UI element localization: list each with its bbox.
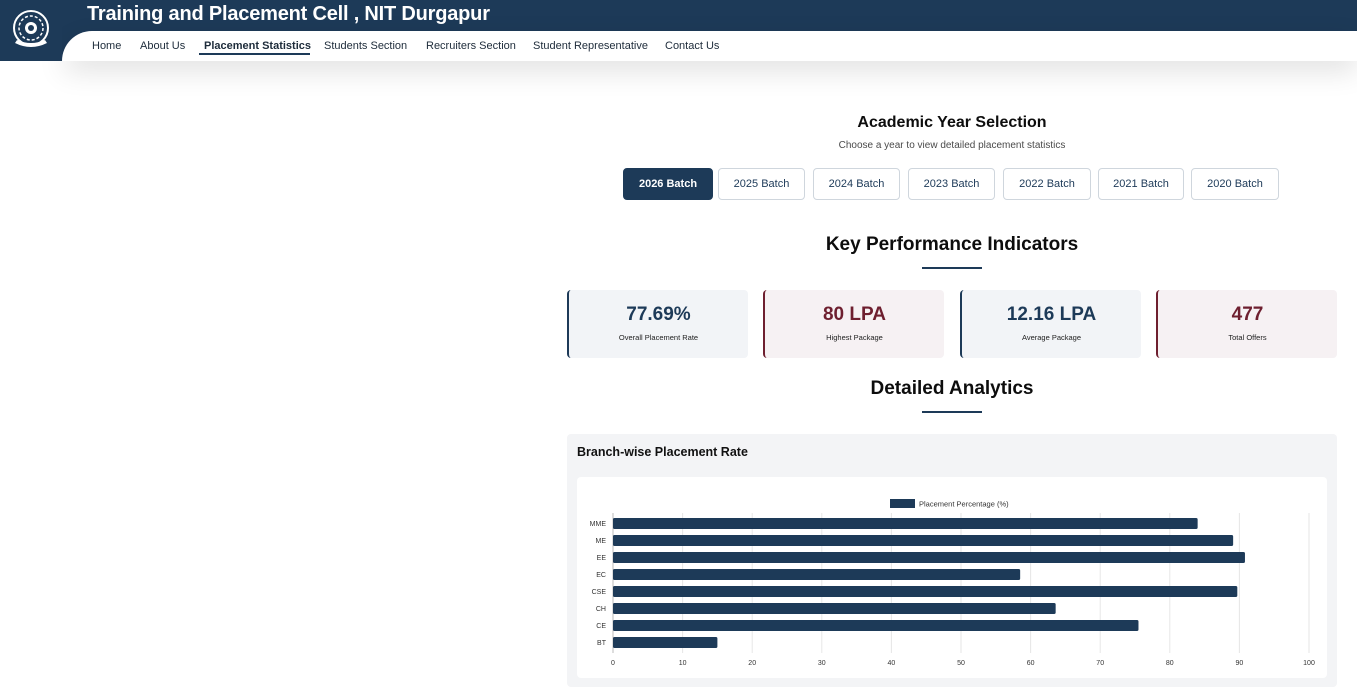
y-tick-label: MME: [590, 521, 607, 528]
kpi-label: Total Offers: [1228, 333, 1267, 342]
bar-ch: [613, 603, 1056, 614]
kpi-card-average-package: 12.16 LPA Average Package: [960, 290, 1141, 358]
batch-button-2023[interactable]: 2023 Batch: [908, 168, 995, 200]
bar-ec: [613, 569, 1021, 580]
kpi-card-highest-package: 80 LPA Highest Package: [763, 290, 944, 358]
bar-me: [613, 535, 1234, 546]
branch-placement-panel: Branch-wise Placement Rate 0 10 20 30 40 50 60…: [567, 434, 1337, 687]
batch-button-2024[interactable]: 2024 Batch: [813, 168, 900, 200]
batch-button-2026[interactable]: 2026 Batch: [623, 168, 713, 200]
batch-button-2021[interactable]: 2021 Batch: [1098, 168, 1184, 200]
x-tick-label: 70: [1096, 660, 1104, 667]
nav-placement-statistics[interactable]: Placement Statistics: [204, 39, 311, 53]
x-tick-label: 100: [1303, 660, 1315, 667]
x-tick-label: 20: [748, 660, 756, 667]
nav-recruiters-section[interactable]: Recruiters Section: [426, 39, 516, 53]
bar-ee: [613, 552, 1245, 563]
kpi-label: Overall Placement Rate: [618, 333, 699, 342]
analytics-section-title: Detailed Analytics: [870, 378, 1034, 399]
bar-bt: [613, 637, 718, 648]
x-tick-label: 60: [1027, 660, 1035, 667]
x-tick-label: 80: [1166, 660, 1174, 667]
x-tick-label: 10: [679, 660, 687, 667]
nav-home[interactable]: Home: [92, 39, 121, 53]
y-tick-label: EE: [597, 555, 607, 562]
x-tick-label: 30: [818, 660, 826, 667]
nav-students-section[interactable]: Students Section: [324, 39, 407, 53]
kpi-value: 77.69%: [626, 304, 691, 325]
batch-button-2022[interactable]: 2022 Batch: [1003, 168, 1091, 200]
x-tick-label: 50: [957, 660, 965, 667]
nav-student-representative[interactable]: Student Representative: [533, 39, 648, 53]
kpi-label: Highest Package: [826, 333, 883, 342]
kpi-label: Average Package: [1021, 333, 1082, 342]
nit-durgapur-emblem-icon[interactable]: [9, 7, 53, 51]
y-tick-label: CSE: [592, 589, 607, 596]
bar-mme: [613, 518, 1198, 529]
year-selection-title: Academic Year Selection: [857, 114, 1047, 131]
bar-cse: [613, 586, 1238, 597]
kpi-card-total-offers: 477 Total Offers: [1156, 290, 1337, 358]
kpi-section-title: Key Performance Indicators: [825, 234, 1079, 255]
active-nav-indicator: [199, 53, 310, 55]
y-tick-label: BT: [597, 640, 607, 647]
kpi-value: 477: [1231, 304, 1264, 325]
x-tick-label: 0: [611, 660, 615, 667]
nav-contact-us[interactable]: Contact Us: [665, 39, 719, 53]
branch-placement-chart: 0 10 20 30 40 50 60 70 80 90 100 MME ME EE EC CSE CH CE BT…: [590, 499, 1315, 667]
navbar: Home About Us Placement Statistics Stude…: [0, 31, 1357, 61]
year-selection-subtitle: Choose a year to view detailed placement…: [838, 140, 1066, 151]
y-tick-label: CH: [596, 606, 606, 613]
kpi-title-underline: [922, 267, 982, 269]
kpi-value: 12.16 LPA: [1006, 304, 1097, 325]
batch-button-2025[interactable]: 2025 Batch: [718, 168, 805, 200]
kpi-value: 80 LPA: [822, 304, 886, 325]
legend-swatch: [890, 499, 915, 508]
site-title: Training and Placement Cell , NIT Durgap…: [87, 3, 490, 25]
x-tick-label: 40: [888, 660, 896, 667]
analytics-title-underline: [922, 411, 982, 413]
y-tick-label: EC: [596, 572, 606, 579]
batch-button-2020[interactable]: 2020 Batch: [1191, 168, 1279, 200]
bar-ce: [613, 620, 1139, 631]
logo-block: [0, 0, 62, 61]
navbar-links: Home About Us Placement Statistics Stude…: [62, 31, 1357, 61]
y-tick-label: CE: [596, 623, 606, 630]
legend-label: Placement Percentage (%): [919, 500, 1009, 509]
panel-title: Branch-wise Placement Rate: [577, 445, 748, 459]
x-tick-label: 90: [1236, 660, 1244, 667]
chart-container: 0 10 20 30 40 50 60 70 80 90 100 MME ME EE EC CSE CH CE BT…: [577, 477, 1327, 678]
nav-about-us[interactable]: About Us: [140, 39, 185, 53]
y-tick-label: ME: [596, 538, 607, 545]
kpi-card-placement-rate: 77.69% Overall Placement Rate: [567, 290, 748, 358]
